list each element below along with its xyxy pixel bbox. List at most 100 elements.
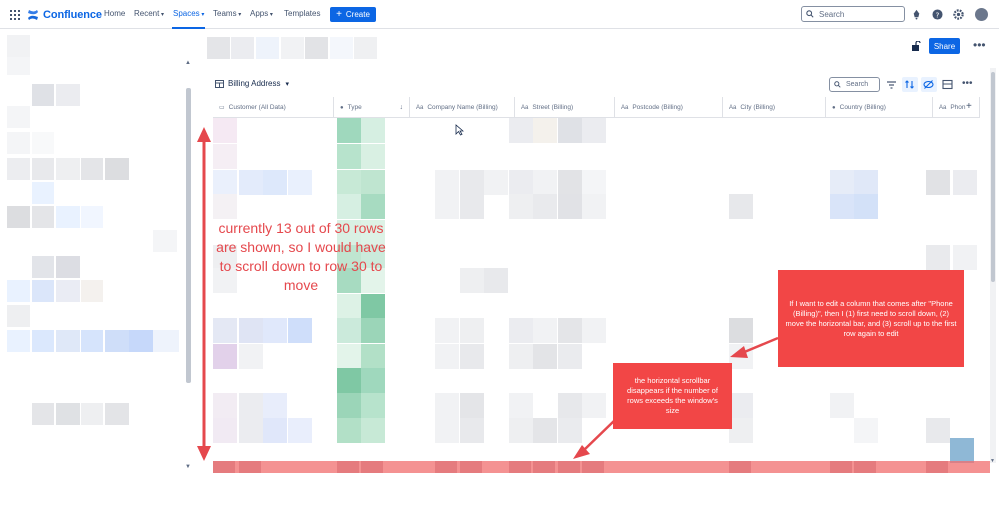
table-cell-blur bbox=[213, 144, 237, 169]
column-header[interactable]: Aa Phon bbox=[933, 97, 980, 118]
chevron-down-icon: ▾ bbox=[236, 12, 242, 18]
create-button[interactable]: + Create bbox=[330, 7, 376, 22]
table-cell-blur bbox=[830, 194, 854, 219]
nav-active-indicator bbox=[172, 27, 205, 29]
column-header[interactable]: Aa Company Name (Billing) bbox=[410, 97, 515, 118]
filter-icon[interactable] bbox=[886, 79, 897, 90]
table-cell-blur bbox=[953, 245, 977, 270]
help-icon[interactable]: ? bbox=[932, 9, 943, 20]
share-button[interactable]: Share bbox=[929, 38, 960, 54]
hide-fields-button[interactable] bbox=[921, 77, 937, 92]
table-cell-blur bbox=[460, 268, 484, 293]
sidebar-scrollbar[interactable] bbox=[186, 88, 191, 383]
table-cell-blur bbox=[435, 344, 459, 369]
chevron-down-icon: ▾ bbox=[159, 12, 165, 18]
nav-templates[interactable]: Templates bbox=[284, 9, 320, 18]
type-cell-blur bbox=[361, 170, 385, 195]
sidebar-scroll-up-icon[interactable]: ▲ bbox=[185, 60, 191, 66]
table-cell-blur bbox=[558, 194, 582, 219]
nav-apps-label: Apps bbox=[250, 9, 269, 18]
table-cell-blur bbox=[582, 194, 606, 219]
column-header-label: Phon bbox=[950, 104, 966, 111]
table-cell-blur bbox=[288, 318, 312, 343]
table-cell-blur bbox=[509, 194, 533, 219]
nav-spaces-label: Spaces bbox=[173, 9, 200, 18]
highlighted-cell-blur bbox=[926, 461, 948, 473]
sidebar-blurred-block bbox=[153, 330, 179, 352]
global-search-input[interactable]: Search bbox=[801, 6, 905, 22]
column-header[interactable]: ● Country (Billing) bbox=[826, 97, 933, 118]
confluence-logo[interactable]: Confluence bbox=[27, 8, 102, 22]
highlighted-cell-blur bbox=[509, 461, 531, 473]
view-selector[interactable]: Billing Address ▾ bbox=[215, 79, 289, 88]
sidebar-blurred-block bbox=[105, 158, 129, 180]
nav-apps[interactable]: Apps ▾ bbox=[250, 9, 273, 18]
highlighted-cell-blur bbox=[854, 461, 876, 473]
sidebar-blurred-block bbox=[56, 84, 80, 106]
table-more-icon[interactable]: ••• bbox=[962, 78, 973, 89]
table-cell-blur bbox=[484, 170, 508, 195]
notifications-icon[interactable] bbox=[911, 9, 922, 20]
chevron-down-icon: ▾ bbox=[285, 80, 289, 88]
table-cell-blur bbox=[950, 438, 974, 463]
nav-home[interactable]: Home bbox=[104, 9, 125, 18]
highlighted-bottom-row bbox=[213, 461, 990, 473]
highlighted-cell-blur bbox=[558, 461, 580, 473]
table-cell-blur bbox=[460, 393, 484, 418]
table-cell-blur bbox=[484, 268, 508, 293]
table-search-placeholder: Search bbox=[846, 81, 869, 88]
unlock-icon[interactable] bbox=[911, 41, 921, 51]
highlighted-cell-blur bbox=[729, 461, 751, 473]
sort-icon bbox=[905, 80, 914, 89]
table-cell-blur bbox=[509, 393, 533, 418]
type-cell-blur bbox=[337, 118, 361, 143]
nav-spaces[interactable]: Spaces ▾ bbox=[173, 9, 204, 18]
table-cell-blur bbox=[213, 393, 237, 418]
table-cell-blur bbox=[830, 170, 854, 195]
column-header[interactable]: Aa City (Billing) bbox=[723, 97, 826, 118]
sort-button[interactable] bbox=[902, 77, 918, 92]
chevron-down-icon: ▾ bbox=[199, 12, 205, 18]
more-actions-icon[interactable]: ••• bbox=[973, 38, 986, 52]
sidebar-blurred-block bbox=[56, 206, 80, 228]
table-cell-blur bbox=[239, 170, 263, 195]
table-cell-blur bbox=[460, 194, 484, 219]
table-cell-blur bbox=[213, 344, 237, 369]
table-cell-blur bbox=[533, 170, 557, 195]
column-header[interactable]: Aa Street (Billing) bbox=[515, 97, 615, 118]
column-header[interactable]: Aa Postcode (Billing) bbox=[615, 97, 723, 118]
text-icon: Aa bbox=[939, 104, 947, 111]
status-icon: ● bbox=[340, 104, 344, 111]
eye-off-icon bbox=[923, 80, 934, 89]
settings-gear-icon[interactable] bbox=[953, 9, 964, 20]
table-vertical-scroll-thumb[interactable] bbox=[991, 72, 995, 282]
table-cell-blur bbox=[533, 344, 557, 369]
table-search-input[interactable]: Search bbox=[829, 77, 880, 92]
sidebar-blurred-block bbox=[7, 280, 30, 302]
column-header[interactable]: ▭ Customer (All Data) bbox=[213, 97, 334, 118]
type-cell-blur bbox=[361, 118, 385, 143]
logo-text: Confluence bbox=[43, 9, 102, 21]
table-cell-blur bbox=[239, 318, 263, 343]
user-avatar[interactable] bbox=[975, 8, 988, 21]
layout-icon[interactable] bbox=[942, 79, 953, 90]
table-cell-blur bbox=[558, 393, 582, 418]
sort-arrow-icon[interactable]: ↓ bbox=[400, 104, 404, 111]
add-column-icon[interactable]: + bbox=[966, 101, 972, 112]
nav-teams[interactable]: Teams ▾ bbox=[213, 9, 241, 18]
nav-recent[interactable]: Recent ▾ bbox=[134, 9, 164, 18]
search-icon bbox=[806, 10, 814, 18]
table-scroll-down-icon[interactable]: ▼ bbox=[990, 458, 995, 464]
table-icon: ▭ bbox=[219, 105, 225, 111]
table-cell-blur bbox=[558, 418, 582, 443]
app-switcher-icon[interactable] bbox=[10, 10, 20, 20]
plus-icon: + bbox=[336, 9, 342, 20]
column-header[interactable]: ● Type ↓ bbox=[334, 97, 410, 118]
chevron-down-icon: ▾ bbox=[268, 12, 273, 18]
table-cell-blur bbox=[239, 393, 263, 418]
table-cell-blur bbox=[263, 318, 287, 343]
table-cell-blur bbox=[533, 318, 557, 343]
sidebar-scroll-down-icon[interactable]: ▼ bbox=[185, 464, 191, 470]
table-cell-blur bbox=[926, 170, 950, 195]
sidebar-blurred-block bbox=[81, 330, 103, 352]
